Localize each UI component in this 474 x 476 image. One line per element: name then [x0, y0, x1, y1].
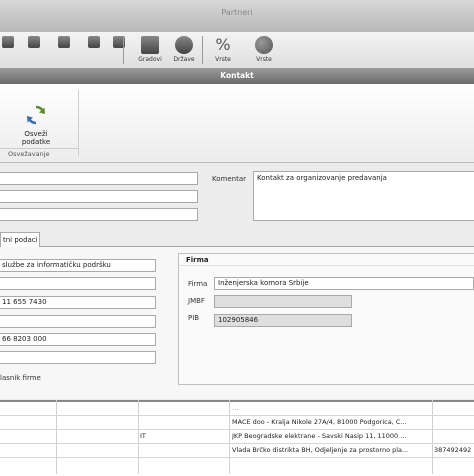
table-row[interactable]: Vlada Brčko distrikta BH, Odjeljenje za … [0, 444, 474, 458]
percent-icon: % [215, 35, 231, 54]
button-icon [2, 36, 14, 48]
text-field-left-4[interactable] [0, 315, 156, 328]
text-field-left-2[interactable] [0, 277, 156, 290]
ribbon-group-separator [78, 90, 79, 156]
table-row[interactable]: IT JKP Beogradske elektrane - Savski Nas… [0, 430, 474, 444]
text-field-3[interactable] [0, 208, 198, 221]
ribbon-separator [202, 36, 203, 64]
table-row[interactable]: … [0, 402, 474, 416]
ribbon-button-5[interactable] [105, 36, 133, 50]
ribbon-button-drzave[interactable]: Države [170, 36, 198, 63]
dialog-title: Kontakt [0, 68, 474, 84]
globe-icon [175, 36, 193, 54]
komentar-textarea[interactable]: Kontakt za organizovanje predavanja [253, 171, 474, 221]
phone-field-2[interactable]: 66 8203 000 [0, 333, 156, 346]
tab-podaci[interactable]: tni podaci [0, 232, 40, 247]
ribbon-button-vrste-1[interactable]: % Vrste [209, 35, 237, 64]
jmbf-label: JMBF [188, 297, 205, 305]
firma-group-heading: Firma [179, 254, 474, 266]
pib-label: PIB [188, 314, 200, 322]
komentar-label: Komentar [212, 175, 246, 183]
text-field-sluzba[interactable]: službe za informatičku podršku [0, 259, 156, 272]
background-window-title: Partneri [221, 8, 253, 17]
ribbon-button-2[interactable] [20, 36, 48, 50]
table-row[interactable]: MACE doo - Kralja Nikole 27A/4, 81000 Po… [0, 416, 474, 430]
text-field-left-6[interactable] [0, 351, 156, 364]
button-icon [88, 36, 100, 48]
jmbf-field [214, 295, 352, 308]
ribbon-button-1[interactable] [0, 36, 22, 50]
firma-label: Firma [188, 280, 208, 288]
ribbon-button-gradovi[interactable]: Gradovi [136, 36, 164, 63]
text-field-1[interactable] [0, 172, 198, 185]
pib-field: 102905846 [214, 314, 352, 327]
ribbon-group-label: Osvežavanje [0, 148, 78, 159]
button-icon [58, 36, 70, 48]
text-field-2[interactable] [0, 190, 198, 203]
ribbon-button-4[interactable] [80, 36, 108, 50]
vlasnik-firme-label: lasnik firme [0, 374, 41, 382]
ribbon-separator [123, 36, 124, 64]
refresh-icon [27, 105, 45, 125]
refresh-button[interactable]: Osveži podatke [18, 104, 54, 146]
ribbon-button-3[interactable] [50, 36, 78, 50]
refresh-button-label: Osveži podatke [21, 130, 51, 146]
firma-field[interactable]: Inženjerska komora Srbije [214, 277, 474, 290]
phone-field-1[interactable]: 11 655 7430 [0, 296, 156, 309]
buildings-icon [141, 36, 159, 54]
button-icon [28, 36, 40, 48]
people-icon [255, 36, 273, 54]
ribbon-button-vrste-2[interactable]: Vrste [250, 36, 278, 63]
